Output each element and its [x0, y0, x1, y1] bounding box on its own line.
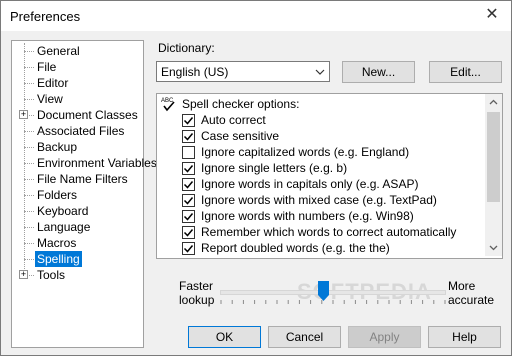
checkbox-unchecked[interactable] — [182, 146, 195, 159]
edit-dictionary-button[interactable]: Edit... — [429, 61, 502, 83]
checkbox-checked[interactable] — [182, 114, 195, 127]
checkbox-checked[interactable] — [182, 242, 195, 255]
checkbox-checked[interactable] — [182, 210, 195, 223]
tree-connector — [24, 195, 34, 197]
help-button[interactable]: Help — [428, 326, 501, 348]
dictionary-label: Dictionary: — [158, 41, 215, 55]
dictionary-value: English (US) — [161, 65, 229, 79]
expand-plus-icon[interactable]: + — [19, 270, 28, 279]
window-title: Preferences — [10, 9, 81, 24]
tree-item[interactable]: General — [12, 43, 141, 59]
tree-connector — [24, 163, 34, 165]
tree-item-label: General — [37, 44, 80, 58]
tree-item-label: Spelling — [35, 251, 82, 267]
chevron-down-icon — [315, 69, 325, 75]
tree-item[interactable]: View — [12, 91, 141, 107]
slider-left-label-1: Faster — [179, 279, 214, 293]
slider-ticks — [220, 300, 446, 304]
scroll-thumb[interactable] — [487, 112, 500, 202]
cancel-button[interactable]: Cancel — [268, 326, 341, 348]
tree-item-label: Environment Variables — [37, 156, 157, 170]
accuracy-slider-track[interactable] — [220, 290, 446, 295]
dictionary-select[interactable]: English (US) — [156, 61, 330, 82]
scroll-down-icon[interactable] — [485, 239, 502, 256]
tree-item-label: Language — [37, 220, 91, 234]
category-tree[interactable]: General File Editor View + Document Classes As… — [11, 40, 157, 348]
options-header-label: Spell checker options: — [182, 97, 300, 111]
tree-item[interactable]: Environment Variables — [12, 155, 157, 171]
tree-item-label: Tools — [37, 268, 66, 282]
apply-button[interactable]: Apply — [348, 326, 421, 348]
tree-connector — [24, 211, 34, 213]
tree-item[interactable]: Macros — [12, 235, 141, 251]
checkbox-checked[interactable] — [182, 194, 195, 207]
slider-left-label-2: lookup — [179, 293, 215, 307]
tree-connector — [24, 259, 34, 261]
tree-item[interactable]: Associated Files — [12, 123, 141, 139]
tree-connector — [24, 83, 34, 85]
tree-item[interactable]: Spelling — [12, 251, 141, 267]
checkbox-checked[interactable] — [182, 162, 195, 175]
tree-item[interactable]: + Document Classes — [12, 107, 141, 123]
tree-item[interactable]: File — [12, 59, 141, 75]
spell-option-label: Ignore words in capitals only (e.g. ASAP… — [201, 177, 419, 191]
options-scrollbar[interactable] — [485, 94, 502, 256]
checkbox-checked[interactable] — [182, 226, 195, 239]
slider-right-label-2: accurate — [448, 293, 495, 307]
ok-button[interactable]: OK — [188, 326, 261, 348]
tree-item-label: Folders — [37, 188, 78, 202]
tree-item-label: File — [37, 60, 57, 74]
close-icon[interactable]: ✕ — [481, 5, 503, 25]
tree-item[interactable]: + Tools — [12, 267, 141, 283]
tree-item[interactable]: Keyboard — [12, 203, 141, 219]
tree-item-label: Editor — [37, 76, 69, 90]
tree-item-label: Associated Files — [37, 124, 125, 138]
tree-connector — [24, 99, 34, 101]
spell-option-label: Ignore single letters (e.g. b) — [201, 161, 348, 175]
tree-item-label: Macros — [37, 236, 77, 250]
spell-options-list[interactable]: ABC Spell checker options: Auto correct C… — [156, 93, 503, 259]
spell-option-label: Case sensitive — [201, 129, 280, 143]
spell-option-label: Remember which words to correct automati… — [201, 225, 457, 239]
new-dictionary-button[interactable]: New... — [342, 61, 415, 83]
spellcheck-icon: ABC — [161, 98, 175, 112]
tree-connector — [24, 227, 34, 229]
tree-connector — [24, 51, 34, 53]
tree-connector — [24, 147, 34, 149]
title-bar: Preferences ✕ — [1, 1, 511, 31]
tree-item[interactable]: Editor — [12, 75, 141, 91]
tree-item-label: Keyboard — [37, 204, 89, 218]
accuracy-slider-thumb[interactable] — [317, 281, 329, 301]
slider-right-label-1: More — [448, 279, 476, 293]
tree-item-label: Backup — [37, 140, 78, 154]
checkbox-checked[interactable] — [182, 178, 195, 191]
tree-item[interactable]: Language — [12, 219, 141, 235]
tree-item-label: View — [37, 92, 63, 106]
tree-item[interactable]: Folders — [12, 187, 141, 203]
tree-item[interactable]: Backup — [12, 139, 141, 155]
spell-option-label: Ignore capitalized words (e.g. England) — [201, 145, 410, 159]
spell-option-label: Report doubled words (e.g. the the) — [201, 241, 390, 255]
spell-option-label: Ignore words with numbers (e.g. Win98) — [201, 209, 414, 223]
tree-item-label: Document Classes — [37, 108, 138, 122]
tree-item[interactable]: File Name Filters — [12, 171, 141, 187]
tree-connector — [24, 131, 34, 133]
tree-item-label: File Name Filters — [37, 172, 128, 186]
expand-plus-icon[interactable]: + — [19, 110, 28, 119]
scroll-up-icon[interactable] — [485, 94, 502, 111]
checkbox-checked[interactable] — [182, 130, 195, 143]
preferences-window: Preferences ✕ General File Editor View + Docu… — [0, 0, 512, 356]
tree-connector — [24, 179, 34, 181]
tree-connector — [24, 67, 34, 69]
spell-option-label: Ignore words with mixed case (e.g. TextP… — [201, 193, 437, 207]
tree-connector — [24, 243, 34, 245]
spell-option-label: Auto correct — [201, 113, 266, 127]
